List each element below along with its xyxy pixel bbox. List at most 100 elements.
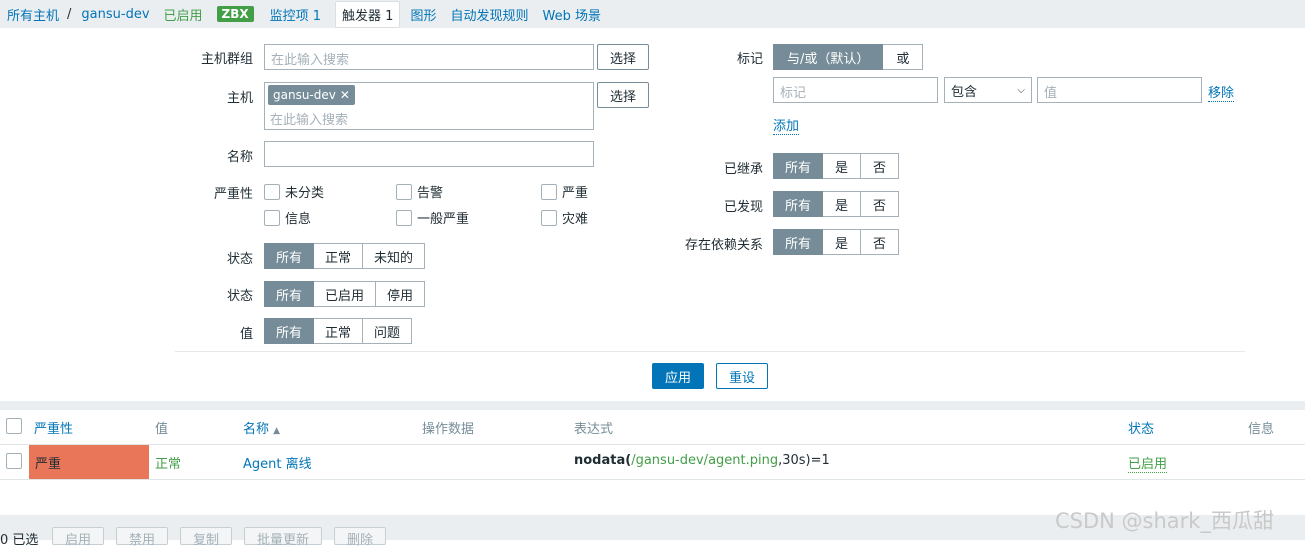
state-option-unknown[interactable]: 未知的 bbox=[363, 243, 426, 269]
checkbox-box[interactable] bbox=[396, 209, 412, 226]
crumb-items[interactable]: 监控项 1 bbox=[270, 5, 321, 24]
status-option-disabled[interactable]: 停用 bbox=[376, 281, 426, 307]
severity-warning-checkbox[interactable]: 告警 bbox=[396, 182, 443, 201]
tag-value-input[interactable]: 值 bbox=[1037, 77, 1202, 103]
close-icon[interactable]: ✕ bbox=[340, 88, 350, 102]
checkbox-box[interactable] bbox=[6, 453, 22, 469]
selected-count: 0 已选 bbox=[0, 533, 39, 548]
checkbox-label: 一般严重 bbox=[417, 212, 470, 227]
name-input[interactable] bbox=[264, 141, 594, 167]
inherited-radio-group: 所有 是 否 bbox=[773, 153, 900, 179]
chevron-down-icon: ⌵ bbox=[1017, 84, 1025, 96]
discovered-option-yes[interactable]: 是 bbox=[823, 191, 862, 217]
checkbox-box[interactable] bbox=[396, 183, 412, 200]
status-option-enabled[interactable]: 已启用 bbox=[314, 281, 377, 307]
column-header-info: 信息 bbox=[1248, 422, 1275, 437]
copy-button[interactable]: 复制 bbox=[180, 527, 232, 548]
severity-label: 严重性 bbox=[213, 187, 253, 202]
tags-mode-radio-group: 与/或（默认） 或 bbox=[773, 44, 924, 70]
host-placeholder: 在此输入搜索 bbox=[270, 113, 349, 128]
crumb-web[interactable]: Web 场景 bbox=[542, 5, 600, 24]
delete-button[interactable]: 删除 bbox=[334, 527, 386, 548]
dependency-radio-group: 所有 是 否 bbox=[773, 229, 900, 255]
checkbox-box[interactable] bbox=[6, 418, 22, 434]
severity-disaster-checkbox[interactable]: 灾难 bbox=[541, 208, 588, 227]
row-name-link[interactable]: Agent 离线 bbox=[243, 453, 312, 472]
dependency-option-no[interactable]: 否 bbox=[861, 229, 900, 255]
tags-mode-or[interactable]: 或 bbox=[883, 44, 924, 70]
tag-operator-select[interactable]: 包含 ⌵ bbox=[944, 77, 1032, 103]
row-checkbox[interactable] bbox=[6, 453, 27, 469]
checkbox-box[interactable] bbox=[264, 209, 280, 226]
watermark: CSDN @shark_西瓜甜 bbox=[1055, 509, 1274, 533]
severity-information-checkbox[interactable]: 信息 bbox=[264, 208, 311, 227]
apply-button[interactable]: 应用 bbox=[652, 363, 704, 389]
host-chip-label: gansu-dev bbox=[273, 88, 336, 102]
select-all-checkbox[interactable] bbox=[6, 418, 27, 434]
reset-button[interactable]: 重设 bbox=[716, 363, 768, 389]
expression-item-link[interactable]: /gansu-dev/agent.ping bbox=[631, 453, 778, 468]
tag-add-link[interactable]: 添加 bbox=[773, 115, 800, 135]
discovered-label: 已发现 bbox=[723, 200, 763, 215]
severity-not-classified-checkbox[interactable]: 未分类 bbox=[264, 182, 324, 201]
inherited-label: 已继承 bbox=[723, 162, 763, 177]
checkbox-label: 信息 bbox=[285, 212, 312, 227]
column-header-value: 值 bbox=[155, 422, 169, 437]
discovered-option-no[interactable]: 否 bbox=[861, 191, 900, 217]
severity-average-checkbox[interactable]: 一般严重 bbox=[396, 208, 469, 227]
enable-button[interactable]: 启用 bbox=[52, 527, 104, 548]
host-select-button[interactable]: 选择 bbox=[597, 82, 649, 108]
zbx-availability-badge: ZBX bbox=[216, 6, 254, 22]
checkbox-label: 严重 bbox=[562, 186, 589, 201]
value-option-all[interactable]: 所有 bbox=[264, 318, 315, 344]
crumb-discovery[interactable]: 自动发现规则 bbox=[450, 5, 528, 24]
row-status-link[interactable]: 已启用 bbox=[1128, 453, 1168, 473]
host-group-input[interactable]: 在此输入搜索 bbox=[264, 44, 594, 70]
breadcrumb: 所有主机 / gansu-dev 已启用 ZBX 监控项 1 触发器 1 图形 … bbox=[0, 0, 1305, 28]
tags-mode-and-or[interactable]: 与/或（默认） bbox=[773, 44, 884, 70]
inherited-option-all[interactable]: 所有 bbox=[773, 153, 824, 179]
inherited-option-yes[interactable]: 是 bbox=[823, 153, 862, 179]
checkbox-box[interactable] bbox=[541, 209, 557, 226]
host-group-label: 主机群组 bbox=[200, 52, 253, 67]
host-label: 主机 bbox=[226, 91, 253, 106]
tag-name-input[interactable]: 标记 bbox=[773, 77, 938, 103]
checkbox-box[interactable] bbox=[541, 183, 557, 200]
host-enabled-status[interactable]: 已启用 bbox=[164, 5, 203, 24]
row-expression: nodata(/gansu-dev/agent.ping,30s)=1 bbox=[574, 453, 830, 468]
mass-update-button[interactable]: 批量更新 bbox=[244, 527, 322, 548]
host-group-select-button[interactable]: 选择 bbox=[597, 44, 649, 70]
row-value: 正常 bbox=[155, 457, 182, 472]
disable-button[interactable]: 禁用 bbox=[116, 527, 168, 548]
value-label: 值 bbox=[239, 327, 253, 342]
status-radio-group: 所有 已启用 停用 bbox=[264, 281, 426, 307]
column-header-status[interactable]: 状态 bbox=[1128, 418, 1154, 437]
crumb-all-hosts[interactable]: 所有主机 bbox=[7, 5, 59, 24]
checkbox-box[interactable] bbox=[264, 183, 280, 200]
dependency-option-yes[interactable]: 是 bbox=[823, 229, 862, 255]
tag-remove-link[interactable]: 移除 bbox=[1208, 82, 1235, 102]
crumb-triggers[interactable]: 触发器 1 bbox=[335, 0, 401, 28]
column-header-operational-data: 操作数据 bbox=[422, 422, 475, 437]
value-option-problem[interactable]: 问题 bbox=[363, 318, 413, 344]
inherited-option-no[interactable]: 否 bbox=[861, 153, 900, 179]
severity-high-checkbox[interactable]: 严重 bbox=[541, 182, 588, 201]
state-option-all[interactable]: 所有 bbox=[264, 243, 315, 269]
column-header-name[interactable]: 名称 ▲ bbox=[243, 418, 280, 437]
section-gap bbox=[0, 401, 1305, 410]
state-option-normal[interactable]: 正常 bbox=[314, 243, 364, 269]
host-chip: gansu-dev ✕ bbox=[268, 85, 355, 105]
discovered-radio-group: 所有 是 否 bbox=[773, 191, 900, 217]
state-radio-group: 所有 正常 未知的 bbox=[264, 243, 426, 269]
discovered-option-all[interactable]: 所有 bbox=[773, 191, 824, 217]
status-option-all[interactable]: 所有 bbox=[264, 281, 315, 307]
expression-function: nodata( bbox=[574, 453, 632, 468]
dependency-option-all[interactable]: 所有 bbox=[773, 229, 824, 255]
filter-divider bbox=[175, 351, 1245, 352]
status-label: 状态 bbox=[226, 289, 253, 304]
value-option-ok[interactable]: 正常 bbox=[314, 318, 364, 344]
column-header-severity[interactable]: 严重性 bbox=[34, 418, 73, 437]
crumb-host[interactable]: gansu-dev bbox=[81, 7, 149, 22]
crumb-graphs[interactable]: 图形 bbox=[410, 5, 436, 24]
row-severity-cell: 严重 bbox=[29, 445, 149, 479]
